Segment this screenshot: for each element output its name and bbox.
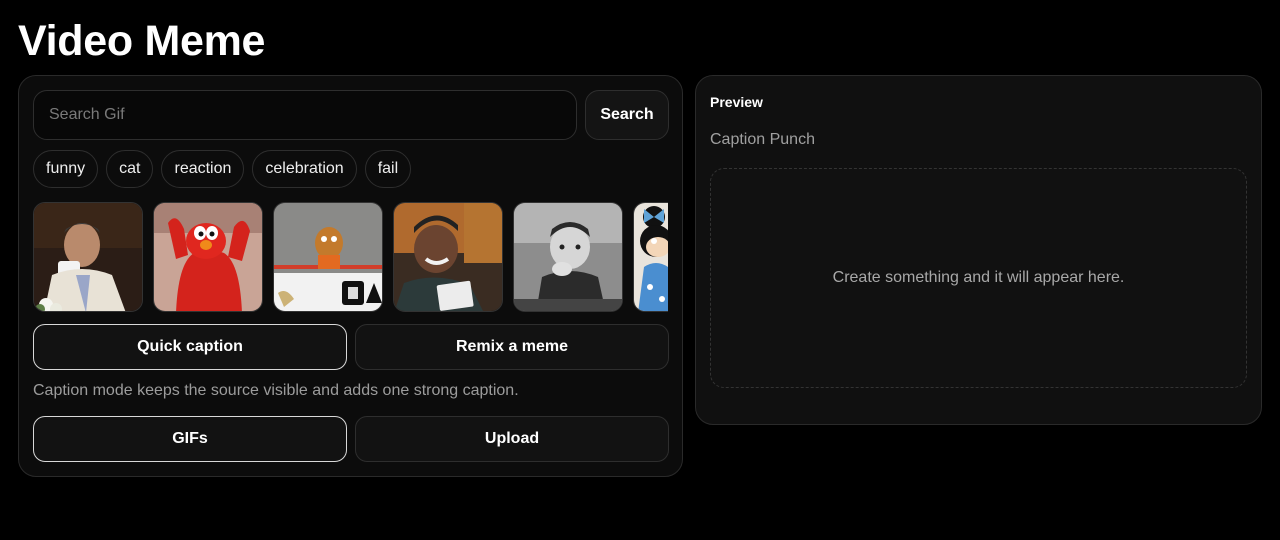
gif-kid-bw-thumbnail[interactable] (513, 202, 623, 312)
mode-hint-text: Caption mode keeps the source visible an… (33, 382, 519, 399)
gifs-source-button[interactable]: GIFs (33, 416, 347, 462)
gif-results-strip[interactable] (33, 202, 668, 312)
quick-caption-mode-button[interactable]: Quick caption (33, 324, 347, 370)
search-gif-input[interactable] (33, 90, 577, 140)
gif-mascot-thumbnail[interactable] (273, 202, 383, 312)
gif-minnie-thumbnail[interactable] (633, 202, 668, 312)
tag-chip-funny[interactable]: funny (33, 150, 99, 188)
preview-panel: Preview Caption Punch Create something a… (695, 75, 1262, 425)
gif-man-laughing-thumbnail[interactable] (393, 202, 503, 312)
tag-chip-cat[interactable]: cat (106, 150, 154, 188)
preview-style-name: Caption Punch (710, 131, 815, 148)
tag-chip-celebration[interactable]: celebration (252, 150, 357, 188)
gif-elmo-thumbnail[interactable] (153, 202, 263, 312)
upload-source-button[interactable]: Upload (355, 416, 669, 462)
preview-canvas: Create something and it will appear here… (710, 168, 1247, 388)
preview-empty-message: Create something and it will appear here… (832, 269, 1125, 286)
gif-man-drinking-thumbnail[interactable] (33, 202, 143, 312)
page-title: Video Meme (18, 17, 266, 65)
search-button[interactable]: Search (585, 90, 669, 140)
tag-chip-fail[interactable]: fail (364, 150, 412, 188)
preview-label: Preview (710, 94, 763, 110)
editor-panel: Search funny cat reaction celebration fa… (18, 75, 683, 477)
tag-chips: funny cat reaction celebration fail (33, 150, 412, 188)
tag-chip-reaction[interactable]: reaction (161, 150, 245, 188)
remix-meme-mode-button[interactable]: Remix a meme (355, 324, 669, 370)
